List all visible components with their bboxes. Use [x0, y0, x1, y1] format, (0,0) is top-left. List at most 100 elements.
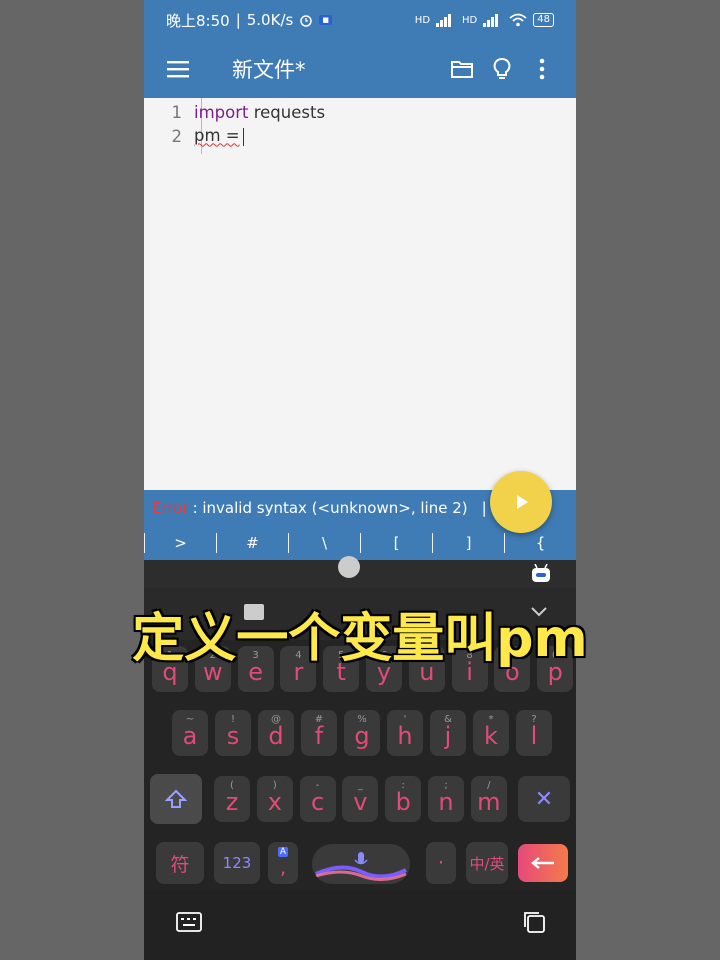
number-switch-key[interactable]: 123 [214, 842, 260, 884]
keyboard-nav-bar [144, 890, 576, 960]
key-sub-label: * [488, 714, 494, 725]
key-label: k [484, 722, 498, 750]
symbol-key[interactable]: { [505, 534, 576, 552]
play-icon [517, 495, 528, 509]
code-text: pm = [194, 126, 240, 146]
status-time: 晚上8:50 [166, 11, 230, 30]
key-g[interactable]: % g [344, 710, 380, 756]
app-bar: 新文件* [144, 40, 576, 98]
key-label: g [354, 722, 370, 750]
line-number: 2 [171, 126, 183, 146]
key-label: d [268, 722, 284, 750]
key-sub-label: % [357, 714, 367, 725]
key-sub-label: ) [272, 780, 277, 791]
status-speed: 5.0K/s [246, 11, 294, 29]
keyboard-switch-icon[interactable] [176, 912, 202, 932]
signal-icon-2 [483, 13, 503, 27]
video-caption: 定义一个变量叫pm [131, 608, 588, 670]
comma-key-label: , [279, 857, 287, 879]
key-j[interactable]: & j [430, 710, 466, 756]
key-sub-label: ? [531, 714, 537, 725]
run-button[interactable] [490, 471, 552, 533]
code-line[interactable]: 2 pm = [144, 124, 244, 148]
folder-icon[interactable] [442, 49, 482, 89]
key-f[interactable]: # f [301, 710, 337, 756]
key-label: c [310, 788, 325, 816]
signal-icon [436, 13, 456, 27]
key-sub-label: ' [403, 714, 407, 725]
keyboard-top-strip [144, 556, 576, 588]
key-z[interactable]: (z [214, 776, 250, 822]
enter-arrow-icon [531, 857, 554, 869]
clipboard-icon[interactable] [522, 910, 546, 934]
symbol-key[interactable]: # [217, 534, 288, 552]
key-b[interactable]: :b [385, 776, 422, 822]
enter-key[interactable] [518, 844, 568, 882]
symbol-key[interactable]: [ [361, 534, 432, 552]
key-sub-label: : [401, 780, 405, 791]
key-v[interactable]: _ v [342, 776, 379, 822]
key-sub-label: & [444, 714, 452, 725]
delete-icon: ✕ [534, 786, 554, 812]
period-key[interactable]: · [426, 842, 456, 884]
key-sub-label: - [315, 780, 320, 791]
key-label: j [444, 722, 452, 750]
key-n[interactable]: ; n [428, 776, 464, 822]
key-label: z [225, 788, 239, 816]
phone-screen: 晚上8:50 | 5.0K/s ■ HD HD 48 新文件* 1 import… [144, 0, 576, 960]
code-line[interactable]: 1 import requests [144, 100, 326, 124]
symbol-key[interactable]: > [145, 534, 216, 552]
symbol-switch-key[interactable]: 符 [156, 842, 204, 884]
key-m[interactable]: / m [470, 776, 507, 822]
status-bar: 晚上8:50 | 5.0K/s ■ HD HD 48 [144, 0, 576, 40]
app-notification-icon: ■ [319, 15, 332, 25]
key-label: x [267, 788, 282, 816]
line-number: 1 [171, 102, 183, 122]
menu-icon[interactable] [158, 49, 198, 89]
key-label: v [353, 788, 368, 816]
error-message: : invalid syntax (<unknown>, line 2) [192, 499, 468, 517]
shift-icon [165, 789, 187, 808]
key-h[interactable]: ' h [387, 710, 423, 756]
key-sub-label: # [314, 714, 324, 725]
key-sub-label: ~ [185, 714, 195, 725]
key-sub-label: ! [230, 714, 235, 725]
space-voice-key[interactable] [312, 844, 410, 884]
key-label: l [530, 722, 538, 750]
hd-label-1: HD [414, 14, 431, 26]
symbol-key[interactable]: ] [433, 534, 504, 552]
microphone-icon [354, 852, 368, 865]
battery-icon: 48 [533, 13, 554, 27]
key-label: m [477, 788, 501, 816]
key-sub-label: ; [444, 780, 448, 791]
key-d[interactable]: @ d [258, 710, 294, 756]
key-sub-label: / [487, 780, 491, 791]
robot-assistant-icon[interactable] [530, 564, 552, 584]
key-l[interactable]: ? l [516, 710, 552, 756]
key-a[interactable]: ~ a [172, 710, 208, 756]
code-editor[interactable]: 1 import requests 2 pm = [144, 98, 576, 490]
comma-key[interactable]: A , [268, 842, 298, 884]
key-label: b [395, 788, 411, 816]
key-sub-label: _ [357, 780, 363, 791]
comma-key-sub: A [277, 847, 289, 857]
delete-key[interactable]: ✕ [518, 776, 570, 822]
drag-handle[interactable] [338, 556, 360, 578]
key-sub-label: @ [271, 714, 281, 725]
lightbulb-icon[interactable] [482, 49, 522, 89]
more-vert-icon[interactable] [522, 49, 562, 89]
language-switch-key[interactable]: 中/英 [466, 842, 508, 884]
key-c[interactable]: -c [299, 776, 336, 822]
key-x[interactable]: ) x [256, 776, 293, 822]
key-label: a [182, 722, 198, 750]
key-label: f [314, 722, 324, 750]
code-keyword: import [194, 102, 249, 122]
key-s[interactable]: ! s [215, 710, 251, 756]
key-k[interactable]: * k [473, 710, 509, 756]
file-title: 新文件* [232, 58, 306, 82]
shift-key[interactable] [150, 774, 202, 824]
key-label: h [397, 722, 413, 750]
alarm-icon [300, 15, 313, 27]
symbol-key[interactable]: \ [289, 534, 360, 552]
code-text: requests [248, 102, 326, 122]
